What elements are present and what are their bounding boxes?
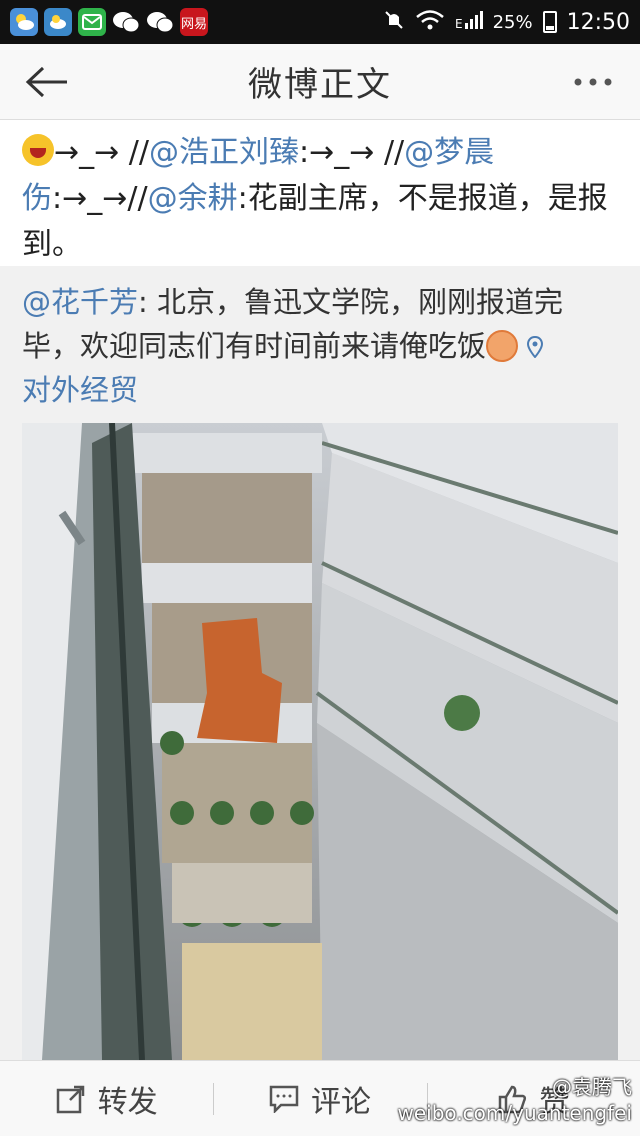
location-link[interactable]: 对外经贸 [22, 373, 138, 407]
repost-button[interactable]: 转发 [0, 1061, 213, 1136]
comment-label: 评论 [310, 1084, 371, 1120]
watermark: @袁腾飞 weibo.com/yuantengfei [398, 1074, 632, 1126]
wechat-icon [112, 8, 140, 36]
status-bar: 网易 E 25% 12:50 [0, 0, 640, 44]
repost-label: 转发 [97, 1084, 158, 1120]
laugh-emoji-icon [22, 134, 54, 166]
post-photo[interactable] [22, 423, 618, 1060]
back-button[interactable] [22, 60, 72, 104]
clock: 12:50 [566, 9, 630, 35]
wechat-icon [146, 8, 174, 36]
atrium-photo-image [22, 423, 618, 1060]
more-dots-icon [574, 78, 612, 86]
back-arrow-icon [25, 66, 67, 98]
title-bar: 微博正文 [0, 44, 640, 120]
repost-text: →_→ //@浩正刘臻:→_→ //@梦晨伤:→_→//@余耕:花副主席，不是报… [0, 120, 640, 266]
page-title: 微博正文 [248, 65, 392, 105]
comment-icon [269, 1085, 299, 1113]
wifi-icon [415, 9, 445, 36]
original-post-text: @花千芳: 北京，鲁迅文学院，刚刚报道完毕，欢迎同志们有时间前来请俺吃饭 对外经… [22, 285, 564, 407]
author-link[interactable]: @花千芳 [22, 285, 138, 319]
mute-icon [383, 9, 405, 36]
weather-app-icon [44, 8, 72, 36]
location-pin-icon [527, 336, 544, 358]
battery-icon [542, 11, 557, 33]
more-options-button[interactable] [568, 64, 618, 100]
weather-sun-cloud-icon [10, 8, 38, 36]
face-emoji-icon [486, 330, 519, 362]
repost-icon [56, 1085, 84, 1113]
battery-percent: 25% [492, 11, 533, 33]
original-post[interactable]: @花千芳: 北京，鲁迅文学院，刚刚报道完毕，欢迎同志们有时间前来请俺吃饭 对外经… [0, 266, 640, 1060]
watermark-handle: @袁腾飞 [552, 1075, 632, 1099]
comment-button[interactable]: 评论 [213, 1061, 426, 1136]
action-bar: 转发 评论 赞 @袁腾飞 weibo.com/yuantengfei [0, 1060, 640, 1136]
watermark-url: weibo.com/yuantengfei [397, 1101, 632, 1125]
mention-link[interactable]: @余耕 [148, 181, 238, 216]
netease-news-icon: 网易 [180, 8, 208, 36]
mention-link[interactable]: @浩正刘臻 [149, 135, 299, 170]
svg-text:E: E [455, 17, 463, 30]
signal-icon: E [455, 10, 483, 35]
message-icon [78, 8, 106, 36]
